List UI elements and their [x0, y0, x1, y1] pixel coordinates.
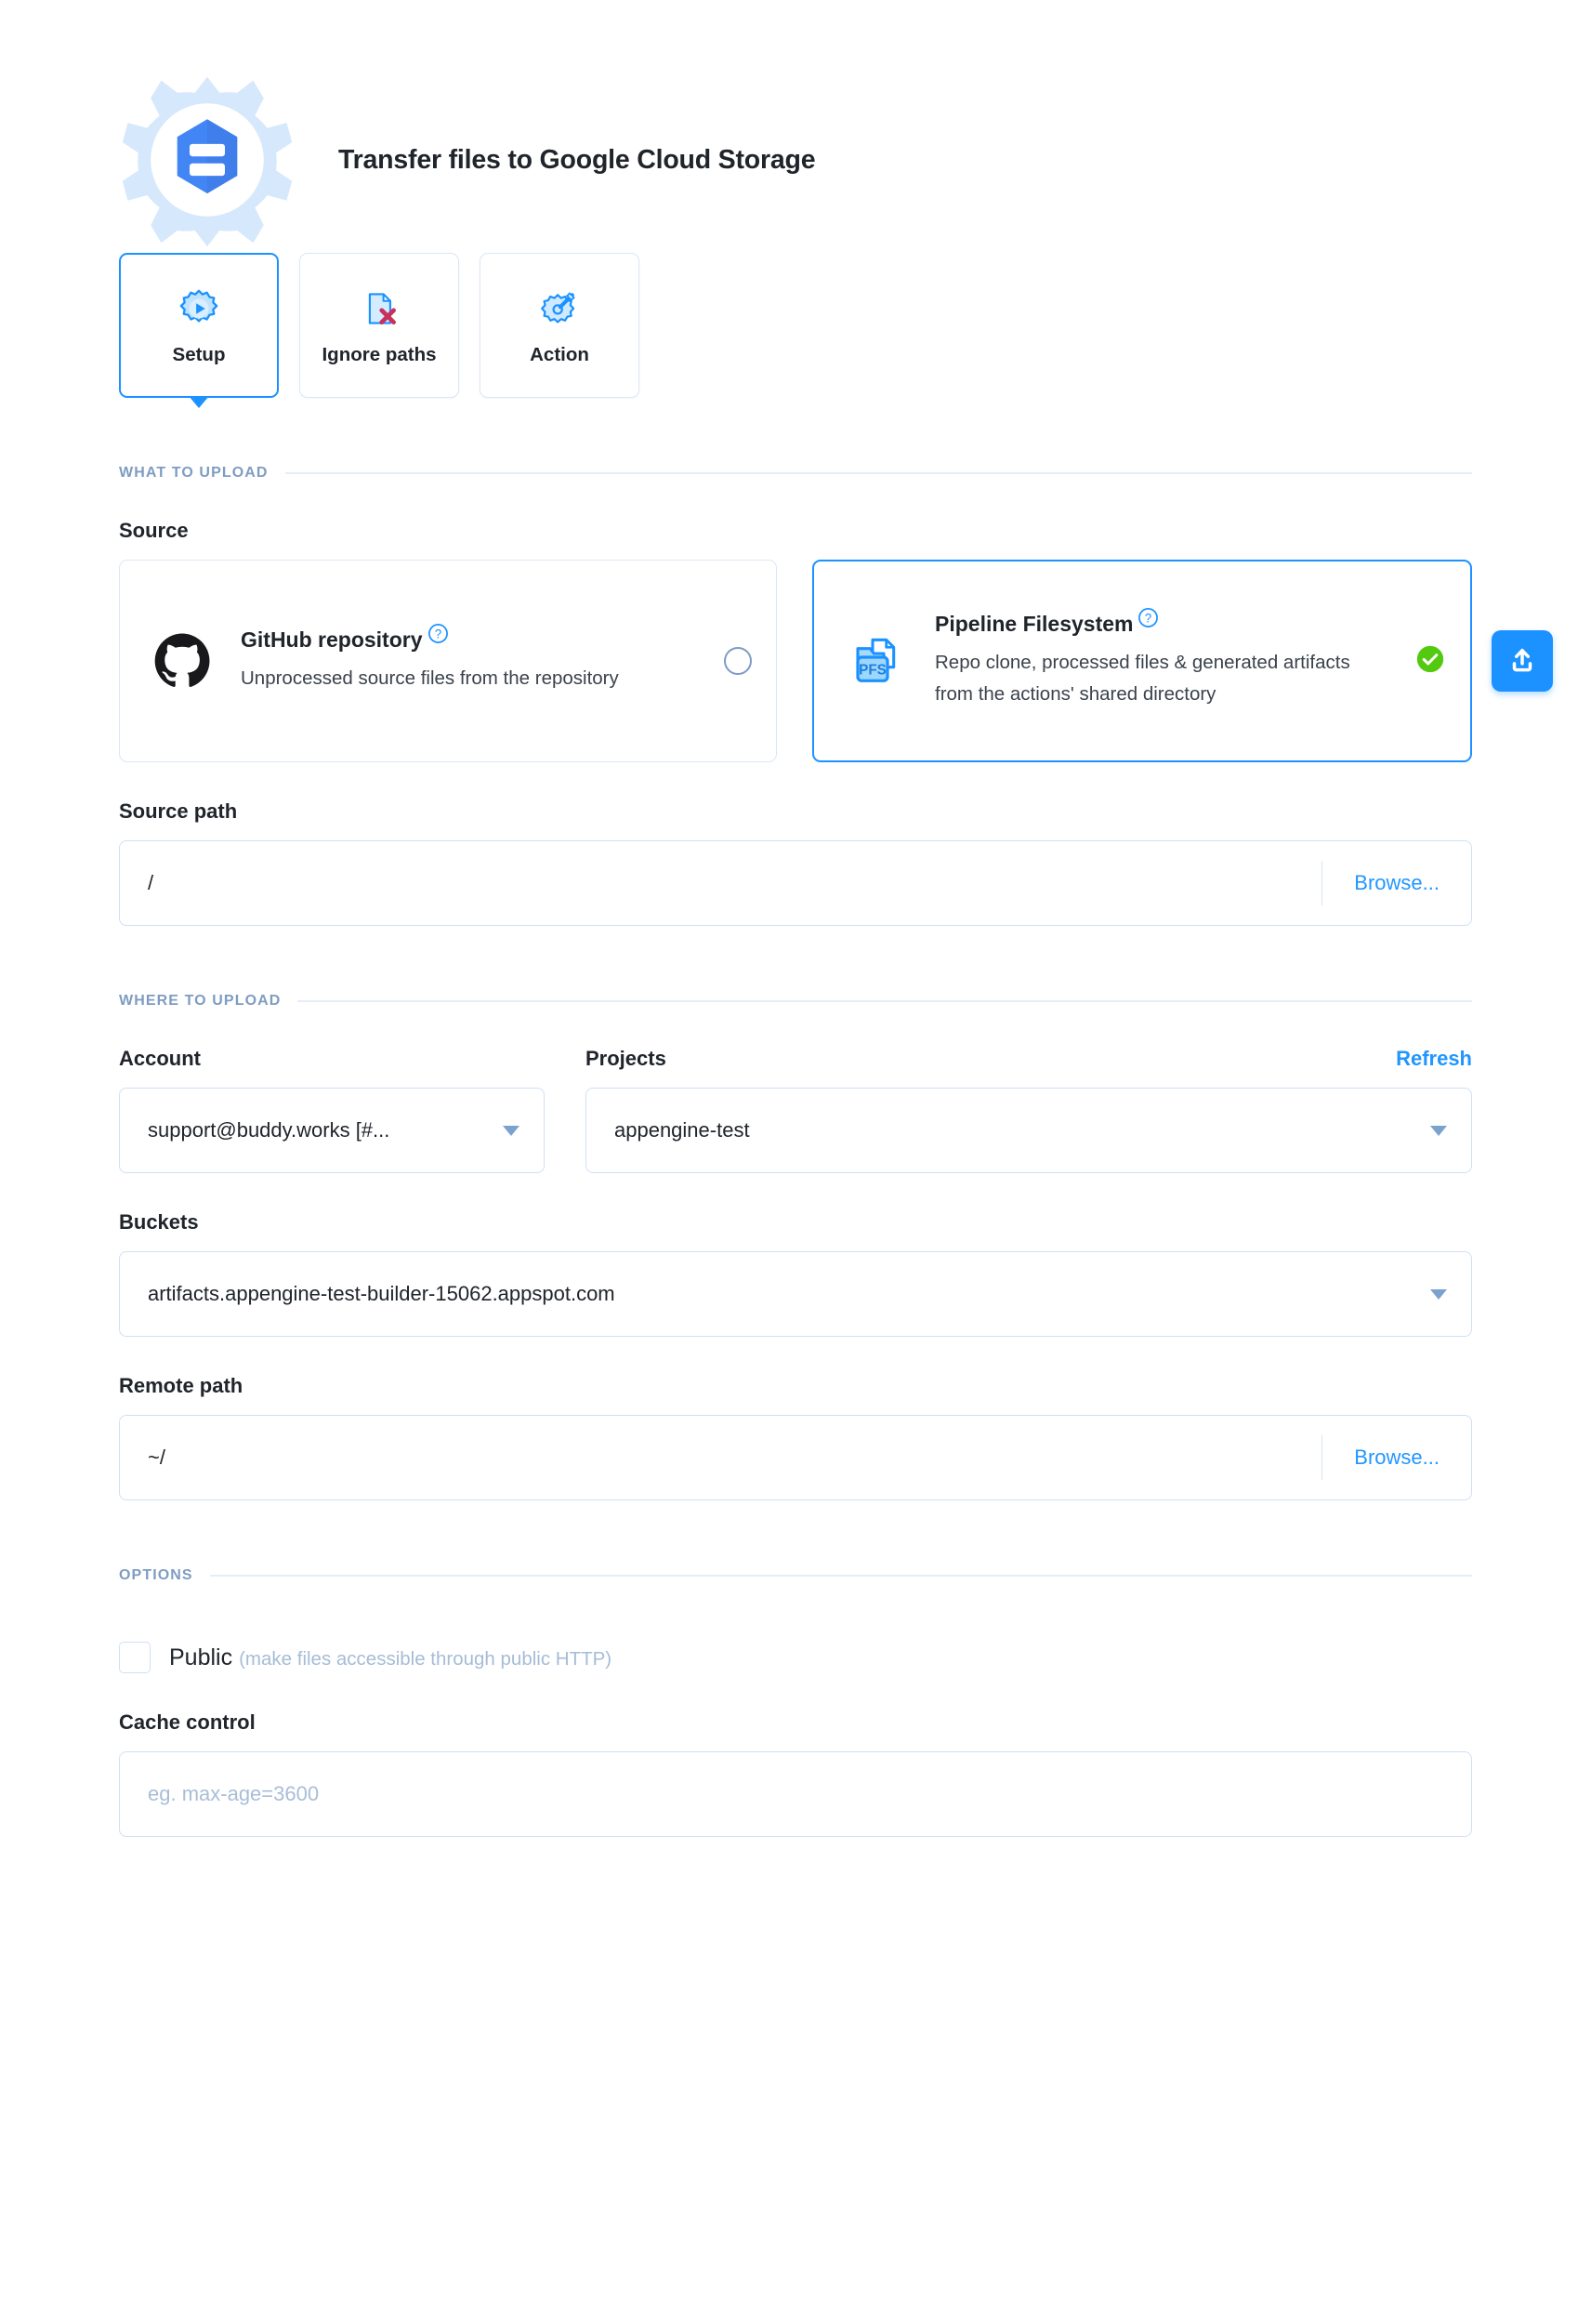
help-icon[interactable]: ? — [1137, 607, 1159, 633]
source-path-input[interactable]: / Browse... — [119, 840, 1472, 926]
section-divider — [297, 1000, 1472, 1002]
public-hint: (make files accessible through public HT… — [239, 1648, 611, 1670]
section-options-label: OPTIONS — [119, 1567, 193, 1584]
page-header: Transfer files to Google Cloud Storage — [119, 0, 1472, 242]
section-options: OPTIONS — [119, 1567, 1472, 1584]
remote-path-input[interactable]: ~/ Browse... — [119, 1415, 1472, 1500]
pfs-folder-icon: PFS — [842, 631, 911, 691]
source-label: Source — [119, 519, 1472, 543]
chevron-down-icon — [1430, 1126, 1447, 1136]
remote-path-browse-button[interactable]: Browse... — [1322, 1416, 1471, 1499]
tab-setup[interactable]: Setup — [119, 253, 279, 398]
account-projects-row: Account support@buddy.works [#... Projec… — [119, 1010, 1472, 1173]
section-what-to-upload-label: WHAT TO UPLOAD — [119, 465, 269, 482]
github-icon — [148, 632, 217, 690]
selected-check-icon — [1414, 643, 1446, 680]
source-path-value: / — [148, 871, 1321, 895]
help-icon[interactable]: ? — [427, 623, 449, 649]
buckets-select[interactable]: artifacts.appengine-test-builder-15062.a… — [119, 1251, 1472, 1337]
projects-value: appengine-test — [614, 1118, 1419, 1142]
svg-text:PFS: PFS — [859, 663, 887, 679]
source-option-github-description: Unprocessed source files from the reposi… — [241, 663, 687, 693]
tab-ignore-paths-label: Ignore paths — [322, 344, 436, 366]
public-option-row[interactable]: Public (make files accessible through pub… — [119, 1642, 1472, 1673]
buckets-label: Buckets — [119, 1210, 1472, 1235]
google-cloud-storage-gear-icon — [119, 72, 296, 248]
cache-control-input[interactable]: eg. max-age=3600 — [119, 1751, 1472, 1837]
buckets-value: artifacts.appengine-test-builder-15062.a… — [148, 1282, 1419, 1306]
section-where-to-upload: WHERE TO UPLOAD — [119, 993, 1472, 1010]
account-field: Account support@buddy.works [#... — [119, 1010, 545, 1173]
source-option-pfs-title: Pipeline Filesystem — [935, 613, 1133, 636]
projects-label-row: Projects Refresh — [585, 1047, 1472, 1071]
source-path-browse-button[interactable]: Browse... — [1322, 841, 1471, 925]
cache-control-label: Cache control — [119, 1710, 1472, 1735]
source-option-pipeline-filesystem[interactable]: PFS Pipeline Filesystem ? Repo clone, pr… — [812, 560, 1472, 762]
public-label: Public — [169, 1644, 232, 1670]
section-where-to-upload-label: WHERE TO UPLOAD — [119, 993, 281, 1010]
action-settings-page: Transfer files to Google Cloud Storage S… — [0, 0, 1591, 2324]
source-option-pfs-body: Pipeline Filesystem ? Repo clone, proces… — [935, 613, 1390, 709]
projects-select[interactable]: appengine-test — [585, 1088, 1472, 1173]
section-divider — [210, 1575, 1472, 1577]
file-remove-icon — [359, 284, 400, 333]
chevron-down-icon — [1430, 1289, 1447, 1300]
account-value: support@buddy.works [#... — [148, 1118, 492, 1142]
tab-action[interactable]: Action — [480, 253, 639, 398]
section-divider — [285, 472, 1472, 474]
public-checkbox[interactable] — [119, 1642, 151, 1673]
page-title: Transfer files to Google Cloud Storage — [338, 145, 815, 176]
tab-ignore-paths[interactable]: Ignore paths — [299, 253, 459, 398]
section-what-to-upload: WHAT TO UPLOAD — [119, 465, 1472, 482]
source-path-label: Source path — [119, 799, 1472, 824]
remote-path-label: Remote path — [119, 1374, 1472, 1398]
projects-field: Projects Refresh appengine-test — [585, 1010, 1472, 1173]
tab-action-label: Action — [530, 344, 589, 366]
chevron-down-icon — [503, 1126, 519, 1136]
gear-wrench-icon — [539, 284, 580, 333]
remote-path-value: ~/ — [148, 1446, 1321, 1470]
projects-label: Projects — [585, 1047, 666, 1071]
source-options: GitHub repository ? Unprocessed source f… — [119, 560, 1472, 762]
source-option-pfs-description: Repo clone, processed files & generated … — [935, 647, 1377, 709]
source-option-github[interactable]: GitHub repository ? Unprocessed source f… — [119, 560, 777, 762]
upload-button[interactable] — [1492, 630, 1553, 692]
gear-play-icon — [178, 284, 220, 333]
source-option-github-title: GitHub repository — [241, 628, 423, 652]
svg-text:?: ? — [1145, 611, 1151, 625]
source-option-github-body: GitHub repository ? Unprocessed source f… — [241, 628, 700, 694]
account-label: Account — [119, 1047, 545, 1071]
source-option-github-radio[interactable] — [724, 647, 752, 675]
refresh-projects-button[interactable]: Refresh — [1396, 1047, 1472, 1071]
tab-setup-label: Setup — [173, 344, 226, 366]
account-select[interactable]: support@buddy.works [#... — [119, 1088, 545, 1173]
tab-bar: Setup Ignore paths — [119, 253, 1472, 398]
cache-control-placeholder: eg. max-age=3600 — [148, 1782, 1471, 1806]
svg-text:?: ? — [434, 627, 440, 640]
public-option-text: Public (make files accessible through pub… — [169, 1644, 611, 1671]
